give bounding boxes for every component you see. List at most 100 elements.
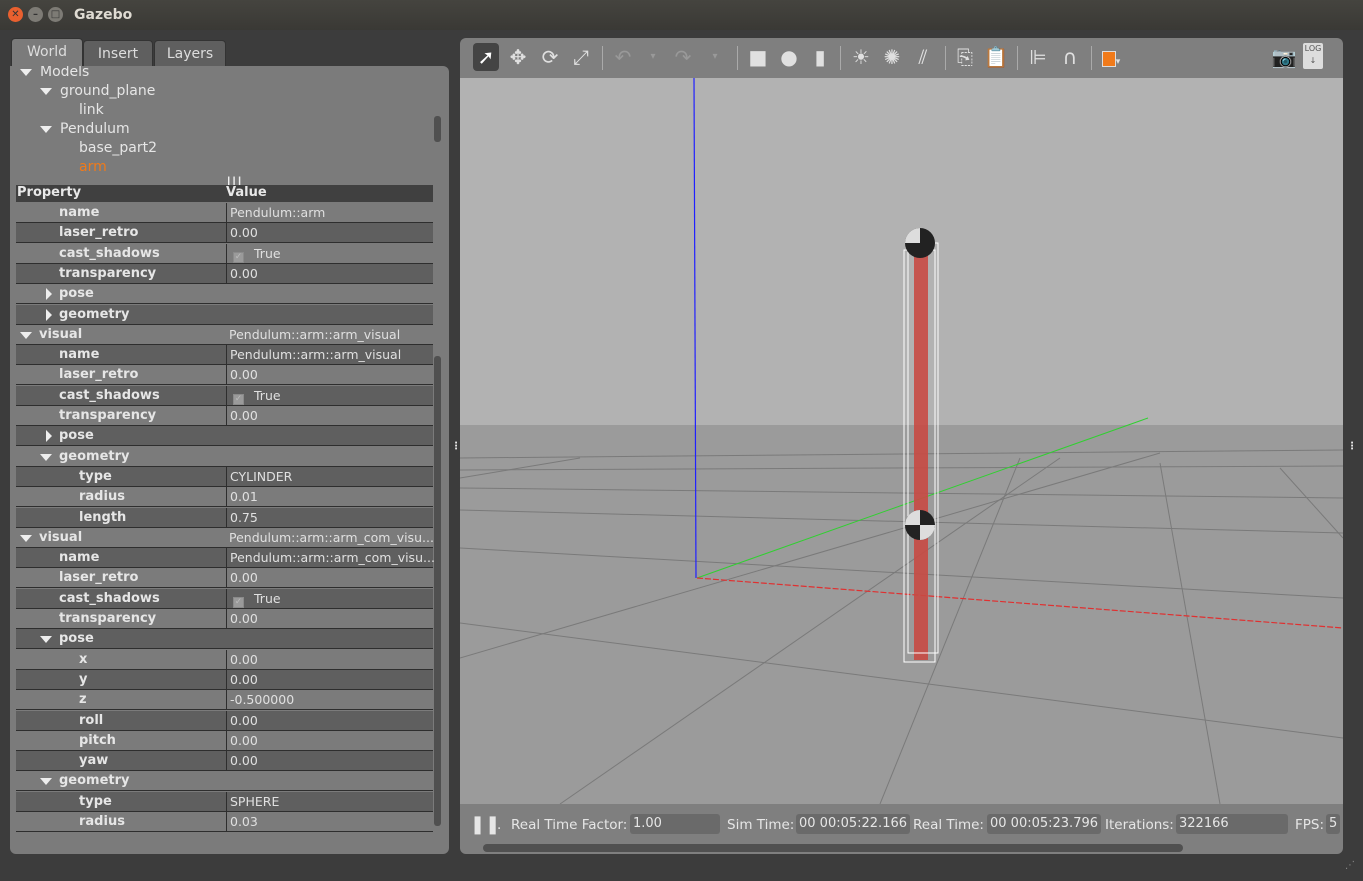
property-value[interactable]: ✓ True bbox=[226, 243, 281, 264]
property-row-transparency[interactable]: transparency 0.00 bbox=[16, 609, 433, 629]
property-value[interactable]: 0.00 bbox=[226, 263, 258, 284]
property-row-geometry[interactable]: geometry bbox=[16, 304, 433, 325]
tree-node-models[interactable]: Models bbox=[20, 66, 89, 80]
checkbox[interactable]: ✓ bbox=[233, 596, 244, 608]
align-button[interactable]: ⊫ bbox=[1025, 43, 1051, 71]
property-value[interactable]: Pendulum::arm::arm_com_visu... bbox=[226, 548, 435, 569]
property-value[interactable]: 0.00 bbox=[226, 751, 258, 772]
view-angle-button[interactable]: ▾ bbox=[1098, 43, 1124, 71]
property-value[interactable]: SPHERE bbox=[226, 791, 279, 812]
paste-button[interactable]: 📋 bbox=[983, 43, 1009, 71]
tree-scrollbar[interactable] bbox=[434, 116, 441, 142]
property-row-transparency[interactable]: transparency 0.00 bbox=[16, 406, 433, 426]
point-light-button[interactable]: ☀ bbox=[848, 43, 874, 71]
right-splitter-handle[interactable]: ⋮ bbox=[1347, 441, 1357, 452]
property-value[interactable]: ✓ True bbox=[226, 385, 281, 406]
close-button[interactable]: ✕ bbox=[8, 7, 23, 22]
property-value[interactable]: 0.00 bbox=[226, 710, 258, 731]
collapse-arrow-icon[interactable] bbox=[40, 778, 52, 786]
collapse-arrow-icon[interactable] bbox=[20, 534, 32, 542]
property-row-name[interactable]: name Pendulum::arm bbox=[16, 203, 433, 223]
log-button[interactable]: LOG ↓ bbox=[1303, 43, 1323, 69]
resize-grip-icon[interactable]: ⋰ bbox=[1345, 860, 1355, 871]
property-row-type[interactable]: type CYLINDER bbox=[16, 466, 433, 487]
undo-menu-icon[interactable]: ▾ bbox=[640, 43, 666, 71]
property-value[interactable]: ✓ True bbox=[226, 588, 281, 609]
property-row-transparency[interactable]: transparency 0.00 bbox=[16, 263, 433, 284]
expand-arrow-icon[interactable] bbox=[46, 288, 52, 301]
collapse-arrow-icon[interactable] bbox=[40, 453, 52, 461]
property-value[interactable]: CYLINDER bbox=[226, 466, 292, 487]
property-row-visual[interactable]: visual Pendulum::arm::arm_com_visu... bbox=[16, 528, 434, 548]
property-row-pose[interactable]: pose bbox=[16, 426, 433, 447]
tree-node-link[interactable]: link bbox=[79, 102, 104, 118]
tab-insert[interactable]: Insert bbox=[83, 40, 153, 67]
spot-light-button[interactable]: ✺ bbox=[879, 43, 905, 71]
property-row-geometry[interactable]: geometry bbox=[16, 771, 433, 792]
select-mode-button[interactable]: ➚ bbox=[473, 43, 499, 71]
property-row-roll[interactable]: roll 0.00 bbox=[16, 710, 433, 731]
property-value[interactable]: 0.00 bbox=[226, 406, 258, 426]
sphere-shape-button[interactable]: ● bbox=[776, 43, 802, 71]
magnet-snap-button[interactable]: ∩ bbox=[1057, 43, 1083, 71]
property-row-laser-retro[interactable]: laser_retro 0.00 bbox=[16, 223, 433, 244]
maximize-button[interactable]: □ bbox=[48, 7, 63, 22]
property-row-geometry[interactable]: geometry bbox=[16, 447, 433, 467]
tree-node-arm[interactable]: arm bbox=[79, 159, 107, 175]
property-row-laser-retro[interactable]: laser_retro 0.00 bbox=[16, 568, 433, 589]
property-value[interactable]: -0.500000 bbox=[226, 690, 294, 711]
undo-button[interactable]: ↶ bbox=[610, 43, 636, 71]
copy-button[interactable]: ⎘ bbox=[952, 43, 978, 71]
property-row-visual[interactable]: visual Pendulum::arm::arm_visual bbox=[16, 325, 433, 345]
property-value[interactable]: 0.00 bbox=[226, 568, 258, 589]
step-button[interactable]: . bbox=[497, 817, 501, 833]
redo-button[interactable]: ↷ bbox=[670, 43, 696, 71]
property-row-pose[interactable]: pose bbox=[16, 284, 433, 305]
expand-arrow-icon[interactable] bbox=[46, 308, 52, 321]
minimize-button[interactable]: – bbox=[28, 7, 43, 22]
screenshot-button[interactable]: 📷 bbox=[1271, 43, 1297, 71]
property-scrollbar[interactable] bbox=[434, 356, 441, 826]
property-row-pose[interactable]: pose bbox=[16, 629, 433, 650]
translate-mode-button[interactable]: ✥ bbox=[505, 43, 531, 71]
property-row-x[interactable]: x 0.00 bbox=[16, 649, 433, 670]
redo-menu-icon[interactable]: ▾ bbox=[702, 43, 728, 71]
property-value[interactable]: 0.00 bbox=[226, 730, 258, 751]
3d-scene[interactable] bbox=[460, 78, 1343, 804]
property-row-name[interactable]: name Pendulum::arm::arm_visual bbox=[16, 345, 433, 366]
property-row-z[interactable]: z -0.500000 bbox=[16, 690, 433, 711]
property-value[interactable]: 0.01 bbox=[226, 487, 258, 508]
tab-world[interactable]: World bbox=[11, 38, 83, 67]
property-row-pitch[interactable]: pitch 0.00 bbox=[16, 730, 433, 751]
property-row-radius[interactable]: radius 0.01 bbox=[16, 487, 433, 508]
tab-layers[interactable]: Layers bbox=[154, 40, 226, 67]
pause-button[interactable]: ❚❚ bbox=[470, 814, 500, 835]
property-value[interactable]: 0.00 bbox=[226, 365, 258, 386]
property-value[interactable]: 0.00 bbox=[226, 223, 258, 244]
property-value[interactable]: 0.03 bbox=[226, 812, 258, 832]
property-value[interactable]: Pendulum::arm bbox=[226, 203, 325, 223]
collapse-arrow-icon[interactable] bbox=[20, 331, 32, 339]
box-shape-button[interactable]: ■ bbox=[745, 43, 771, 71]
tree-node-base-part2[interactable]: base_part2 bbox=[79, 140, 157, 156]
property-value[interactable]: 0.00 bbox=[226, 609, 258, 629]
property-row-cast-shadows[interactable]: cast_shadows ✓ True bbox=[16, 588, 433, 609]
rotate-mode-button[interactable]: ⟳ bbox=[537, 43, 563, 71]
property-row-yaw[interactable]: yaw 0.00 bbox=[16, 751, 433, 772]
property-row-radius[interactable]: radius 0.03 bbox=[16, 812, 433, 832]
checkbox[interactable]: ✓ bbox=[233, 393, 244, 405]
property-row-cast-shadows[interactable]: cast_shadows ✓ True bbox=[16, 243, 433, 264]
expand-arrow-icon[interactable] bbox=[46, 430, 52, 443]
property-value[interactable]: 0.00 bbox=[226, 669, 258, 690]
collapse-arrow-icon[interactable] bbox=[40, 636, 52, 644]
property-row-type[interactable]: type SPHERE bbox=[16, 791, 433, 812]
property-row-laser-retro[interactable]: laser_retro 0.00 bbox=[16, 365, 433, 386]
property-value[interactable]: 0.75 bbox=[226, 507, 258, 528]
property-row-y[interactable]: y 0.00 bbox=[16, 669, 433, 690]
status-scrollbar[interactable] bbox=[483, 844, 1183, 852]
tree-node-pendulum[interactable]: Pendulum bbox=[40, 121, 130, 137]
checkbox[interactable]: ✓ bbox=[233, 251, 244, 263]
property-row-cast-shadows[interactable]: cast_shadows ✓ True bbox=[16, 385, 433, 406]
directional-light-button[interactable]: ⫽ bbox=[910, 43, 936, 71]
tree-node-ground-plane[interactable]: ground_plane bbox=[40, 83, 155, 99]
